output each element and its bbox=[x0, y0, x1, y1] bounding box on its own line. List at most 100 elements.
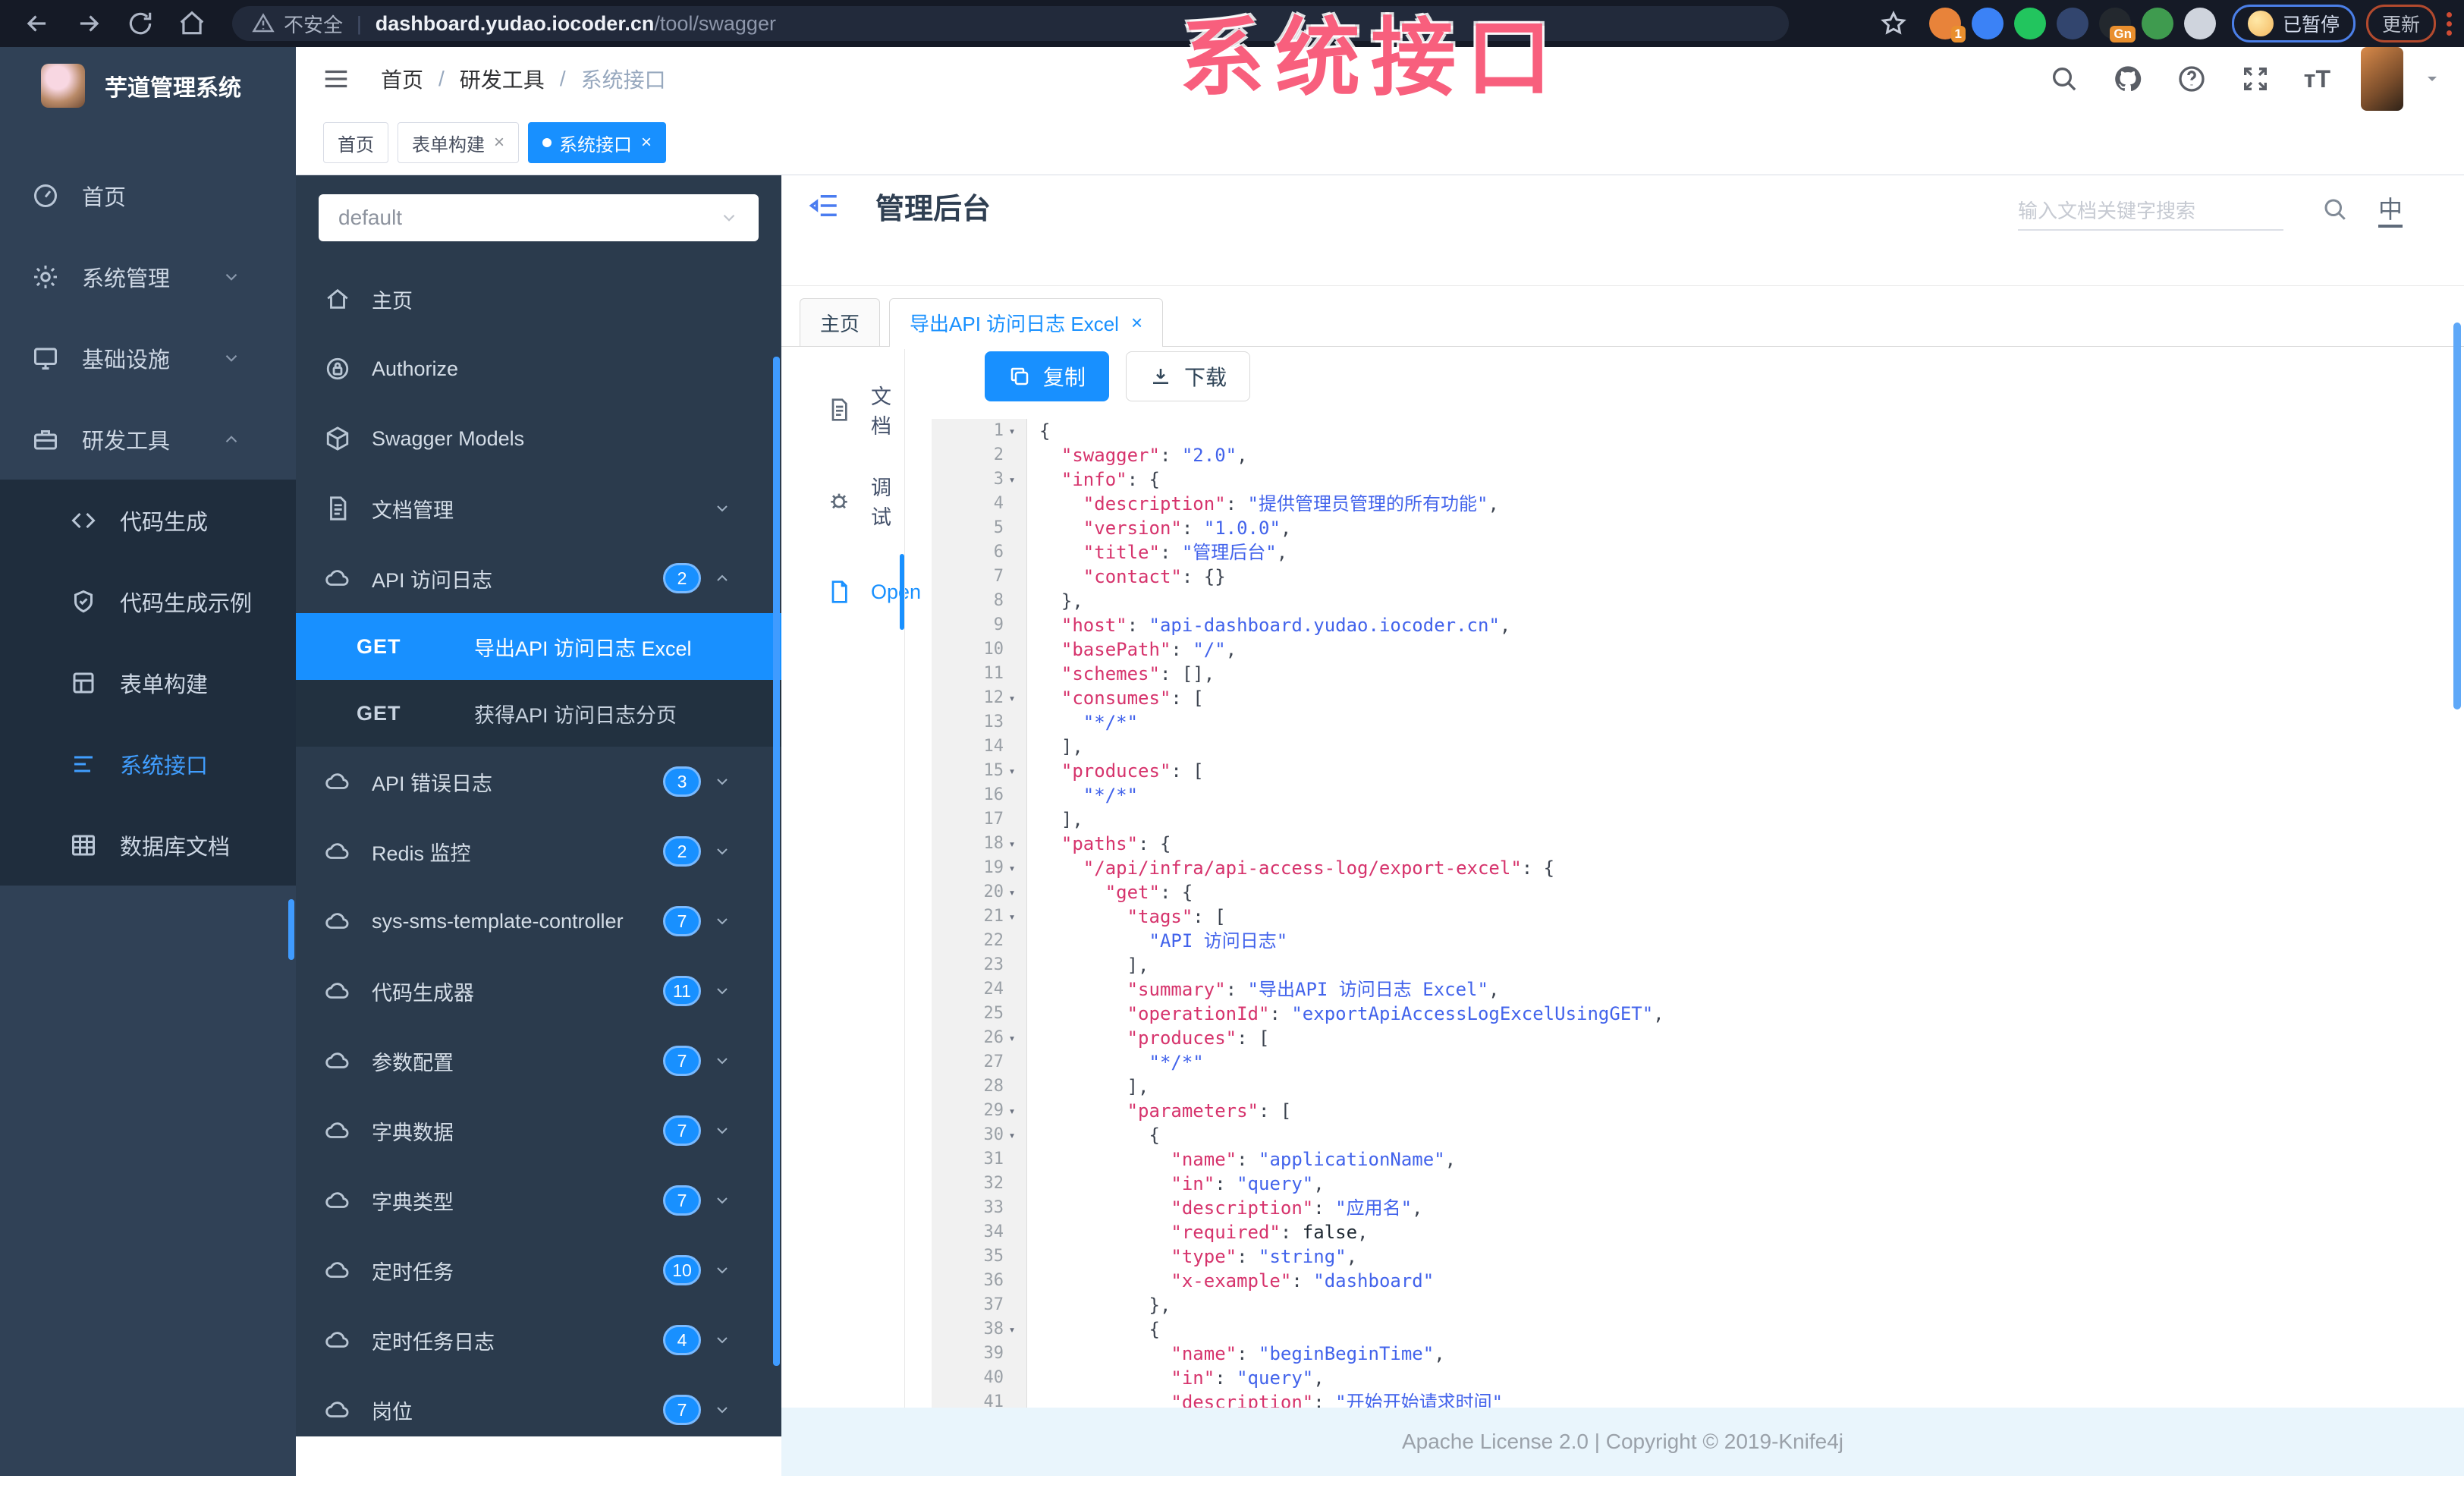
gutter-cell[interactable]: 39 bbox=[932, 1342, 1027, 1366]
gutter-cell[interactable]: 27 bbox=[932, 1050, 1027, 1074]
gutter-cell[interactable]: 6 bbox=[932, 540, 1027, 565]
gutter-cell[interactable]: 21 ▾ bbox=[932, 905, 1027, 929]
doc-search-icon[interactable] bbox=[2321, 196, 2349, 223]
gutter-cell[interactable]: 20 ▾ bbox=[932, 880, 1027, 905]
gutter-cell[interactable]: 35 bbox=[932, 1244, 1027, 1269]
sidebar-subitem-4[interactable]: 数据库文档 bbox=[0, 804, 296, 886]
sidebar-item-1[interactable]: 系统管理 bbox=[0, 236, 296, 317]
api-group-5[interactable]: 字典数据 7 bbox=[296, 1096, 781, 1166]
fold-arrow-icon[interactable]: ▾ bbox=[1004, 832, 1020, 856]
fold-arrow-icon[interactable]: ▾ bbox=[1004, 759, 1020, 783]
sidebar-subitem-2[interactable]: 表单构建 bbox=[0, 642, 296, 723]
api-group-8[interactable]: 定时任务日志 4 bbox=[296, 1305, 781, 1375]
collapse-menu-icon[interactable] bbox=[809, 190, 841, 222]
gutter-cell[interactable]: 32 bbox=[932, 1172, 1027, 1196]
breadcrumb-item-1[interactable]: 研发工具 bbox=[460, 64, 545, 94]
gutter-cell[interactable]: 38 ▾ bbox=[932, 1317, 1027, 1342]
gutter-cell[interactable]: 33 bbox=[932, 1196, 1027, 1220]
gutter-cell[interactable]: 4 bbox=[932, 492, 1027, 516]
gutter-cell[interactable]: 34 bbox=[932, 1220, 1027, 1244]
api-group-7[interactable]: 定时任务 10 bbox=[296, 1235, 781, 1305]
fold-arrow-icon[interactable]: ▾ bbox=[1004, 905, 1020, 929]
fold-arrow-icon[interactable]: ▾ bbox=[1004, 686, 1020, 710]
fold-arrow-icon[interactable]: ▾ bbox=[1004, 1099, 1020, 1123]
browser-home-icon[interactable] bbox=[178, 9, 206, 38]
gutter-cell[interactable]: 22 bbox=[932, 929, 1027, 953]
doc-tab-0[interactable]: 主页 bbox=[800, 298, 881, 346]
tag-close-icon[interactable]: × bbox=[494, 132, 504, 153]
gutter-cell[interactable]: 19 ▾ bbox=[932, 856, 1027, 880]
extension-green-circle-icon[interactable] bbox=[2013, 8, 2046, 39]
user-avatar[interactable] bbox=[2361, 47, 2403, 111]
copy-button[interactable]: 复制 bbox=[985, 351, 1110, 401]
browser-forward-icon[interactable] bbox=[74, 9, 103, 38]
sidebar-item-2[interactable]: 基础设施 bbox=[0, 317, 296, 398]
panel-menu-open[interactable]: Open bbox=[781, 546, 921, 637]
gutter-cell[interactable]: 26 ▾ bbox=[932, 1026, 1027, 1050]
gutter-cell[interactable]: 17 bbox=[932, 807, 1027, 832]
api-menu-item-0[interactable]: 主页 bbox=[296, 264, 781, 334]
browser-back-icon[interactable] bbox=[23, 9, 52, 38]
tag-1[interactable]: 表单构建 × bbox=[398, 122, 520, 163]
api-menu-item-4[interactable]: API 访问日志 2 bbox=[296, 543, 781, 613]
fold-arrow-icon[interactable]: ▾ bbox=[1004, 467, 1020, 492]
panel-menu-文档[interactable]: 文档 bbox=[781, 364, 904, 455]
api-operation-1[interactable]: GET 获得API 访问日志分页 bbox=[296, 680, 781, 747]
browser-menu-icon[interactable] bbox=[2447, 11, 2452, 36]
fold-arrow-icon[interactable]: ▾ bbox=[1004, 880, 1020, 905]
gutter-cell[interactable]: 9 bbox=[932, 613, 1027, 637]
language-toggle-icon[interactable]: 中 bbox=[2378, 194, 2403, 228]
gutter-cell[interactable]: 24 bbox=[932, 977, 1027, 1002]
sidebar-subitem-3[interactable]: 系统接口 bbox=[0, 723, 296, 804]
gutter-cell[interactable]: 16 bbox=[932, 783, 1027, 807]
tag-2[interactable]: 系统接口 × bbox=[528, 122, 667, 163]
browser-reload-icon[interactable] bbox=[126, 9, 155, 38]
sidebar-item-3[interactable]: 研发工具 bbox=[0, 398, 296, 480]
doc-tab-close-icon[interactable]: × bbox=[1131, 311, 1142, 335]
fold-arrow-icon[interactable]: ▾ bbox=[1004, 856, 1020, 880]
gutter-cell[interactable]: 10 bbox=[932, 637, 1027, 662]
sidebar-subitem-1[interactable]: 代码生成示例 bbox=[0, 561, 296, 642]
sidebar-item-0[interactable]: 首页 bbox=[0, 155, 296, 236]
gutter-cell[interactable]: 7 bbox=[932, 565, 1027, 589]
download-button[interactable]: 下载 bbox=[1126, 351, 1251, 401]
api-group-0[interactable]: API 错误日志 3 bbox=[296, 747, 781, 816]
gutter-cell[interactable]: 1 ▾ bbox=[932, 419, 1027, 443]
extension-lock-icon[interactable]: 1 bbox=[1928, 8, 1966, 42]
hamburger-icon[interactable] bbox=[322, 64, 350, 93]
gutter-cell[interactable]: 29 ▾ bbox=[932, 1099, 1027, 1123]
search-icon[interactable] bbox=[2049, 64, 2079, 94]
api-operation-0[interactable]: GET 导出API 访问日志 Excel bbox=[296, 613, 781, 680]
api-menu-item-2[interactable]: Swagger Models bbox=[296, 404, 781, 474]
api-group-4[interactable]: 参数配置 7 bbox=[296, 1026, 781, 1096]
panel-menu-调试[interactable]: 调试 bbox=[781, 455, 904, 546]
doc-tab-1[interactable]: 导出API 访问日志 Excel × bbox=[889, 298, 1164, 347]
paused-pill[interactable]: 已暂停 bbox=[2231, 5, 2356, 42]
gutter-cell[interactable]: 5 bbox=[932, 516, 1027, 540]
gutter-cell[interactable]: 31 bbox=[932, 1147, 1027, 1172]
fold-arrow-icon[interactable]: ▾ bbox=[1004, 1026, 1020, 1050]
gutter-cell[interactable]: 18 ▾ bbox=[932, 832, 1027, 856]
fold-arrow-icon[interactable]: ▾ bbox=[1004, 1317, 1020, 1342]
gutter-cell[interactable]: 14 bbox=[932, 735, 1027, 759]
breadcrumb-item-0[interactable]: 首页 bbox=[381, 64, 423, 94]
github-icon[interactable] bbox=[2113, 64, 2143, 94]
tag-close-icon[interactable]: × bbox=[641, 132, 652, 153]
gutter-cell[interactable]: 25 bbox=[932, 1002, 1027, 1026]
gutter-cell[interactable]: 28 bbox=[932, 1074, 1027, 1099]
gutter-cell[interactable]: 15 ▾ bbox=[932, 759, 1027, 783]
json-editor[interactable]: 1 ▾{2 "swagger": "2.0", 3 ▾ "info": {4 "des… bbox=[932, 419, 2464, 1408]
fullscreen-icon[interactable] bbox=[2240, 64, 2271, 94]
extension-drop-icon[interactable] bbox=[1971, 8, 2004, 39]
help-icon[interactable] bbox=[2176, 64, 2207, 94]
api-group-1[interactable]: Redis 监控 2 bbox=[296, 816, 781, 886]
fold-arrow-icon[interactable]: ▾ bbox=[1004, 419, 1020, 443]
gutter-cell[interactable]: 12 ▾ bbox=[932, 686, 1027, 710]
gutter-cell[interactable]: 36 bbox=[932, 1269, 1027, 1293]
gutter-cell[interactable]: 30 ▾ bbox=[932, 1123, 1027, 1147]
gutter-cell[interactable]: 41 bbox=[932, 1390, 1027, 1408]
sidebar-scrollbar-thumb[interactable] bbox=[288, 899, 294, 960]
api-group-2[interactable]: sys-sms-template-controller 7 bbox=[296, 886, 781, 956]
fontsize-icon[interactable]: тT bbox=[2304, 65, 2330, 93]
fold-arrow-icon[interactable]: ▾ bbox=[1004, 1123, 1020, 1147]
